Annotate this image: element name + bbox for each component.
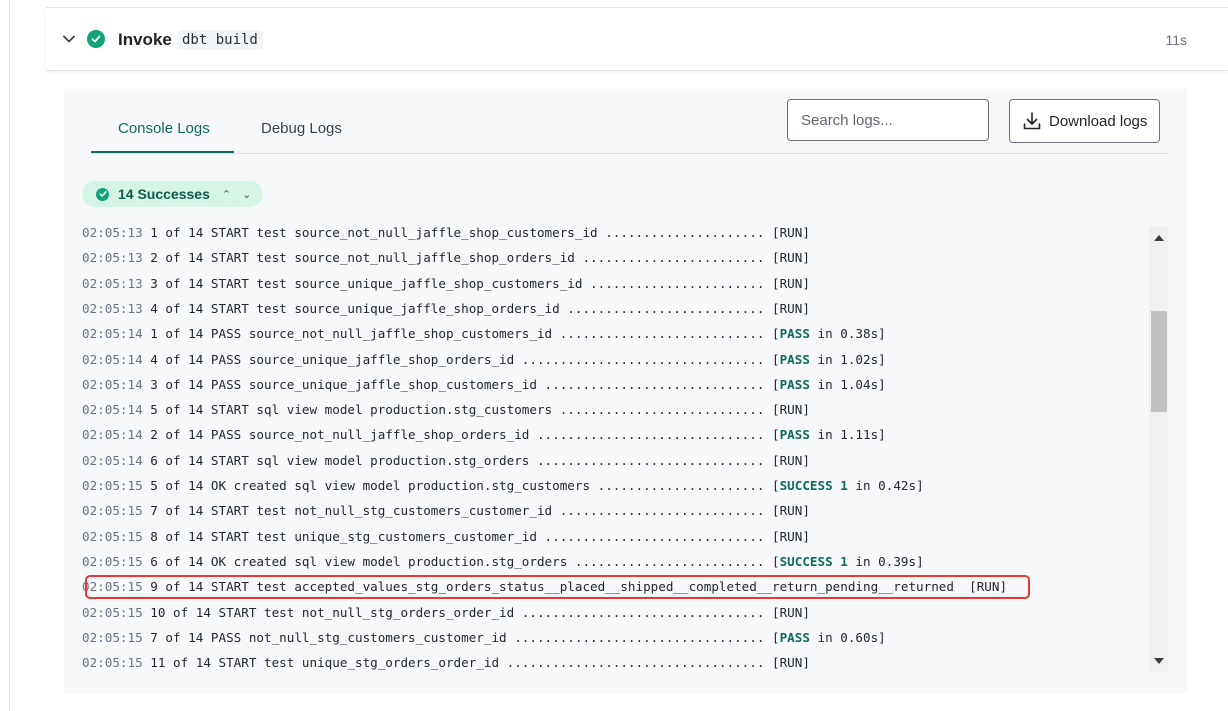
log-timestamp: 02:05:15 <box>82 503 143 519</box>
scroll-thumb[interactable] <box>1151 311 1167 412</box>
log-timestamp: 02:05:13 <box>82 300 143 316</box>
log-timestamp: 02:05:15 <box>82 553 143 569</box>
log-duration: in 0.39s] <box>847 553 924 569</box>
log-timestamp: 02:05:15 <box>82 629 143 645</box>
log-status: PASS <box>779 326 810 342</box>
log-duration: in 1.02s] <box>809 351 886 367</box>
log-line: 02:05:15 8 of 14 START test unique_stg_c… <box>82 524 810 549</box>
log-line: 02:05:15 5 of 14 OK created sql view mod… <box>82 473 924 498</box>
log-text: 6 of 14 OK created sql view model produc… <box>150 553 780 569</box>
step-header[interactable]: Invoke dbt build 11s <box>46 8 1228 71</box>
log-duration: in 1.11s] <box>809 427 886 443</box>
successes-count-label: 14 Successes <box>118 186 210 202</box>
log-text: 2 of 14 START test source_not_null_jaffl… <box>150 250 810 266</box>
log-timestamp: 02:05:13 <box>82 275 143 291</box>
log-line: 02:05:13 1 of 14 START test source_not_n… <box>82 220 810 245</box>
download-icon <box>1023 112 1041 130</box>
log-text: 10 of 14 START test not_null_stg_orders_… <box>150 604 810 620</box>
log-text: 1 of 14 START test source_not_null_jaffl… <box>150 225 810 240</box>
log-text: 8 of 14 START test unique_stg_customers_… <box>150 528 810 544</box>
chevron-up-icon[interactable]: ⌃ <box>222 188 231 201</box>
log-text: 11 of 14 START test unique_stg_orders_or… <box>150 655 810 671</box>
success-check-icon <box>87 30 105 48</box>
download-logs-label: Download logs <box>1049 112 1148 130</box>
step-title: Invoke <box>118 30 172 49</box>
success-check-icon <box>96 187 109 201</box>
logs-panel: Console Logs Debug Logs Download logs 14… <box>64 89 1187 693</box>
log-timestamp: 02:05:15 <box>82 655 143 671</box>
log-status: SUCCESS 1 <box>779 478 848 493</box>
log-text: 5 of 14 START sql view model production.… <box>150 402 810 418</box>
log-status: PASS <box>779 351 810 367</box>
log-status: PASS <box>779 629 810 645</box>
log-timestamp: 02:05:13 <box>82 225 143 240</box>
log-scrollbar[interactable] <box>1149 226 1168 672</box>
log-timestamp: 02:05:14 <box>82 376 143 392</box>
log-line: 02:05:14 6 of 14 START sql view model pr… <box>82 448 810 473</box>
scroll-up-arrow-icon[interactable] <box>1154 235 1164 241</box>
tab-console-logs[interactable]: Console Logs <box>118 120 210 137</box>
log-text: 2 of 14 PASS source_not_null_jaffle_shop… <box>150 427 780 443</box>
log-timestamp: 02:05:14 <box>82 351 143 367</box>
log-line: 02:05:14 4 of 14 PASS source_unique_jaff… <box>82 347 886 372</box>
log-line: 02:05:13 2 of 14 START test source_not_n… <box>82 245 810 270</box>
log-duration: in 0.42s] <box>847 478 924 493</box>
log-line: 02:05:13 4 of 14 START test source_uniqu… <box>82 296 810 321</box>
log-line: 02:05:15 11 of 14 START test unique_stg_… <box>82 650 810 675</box>
log-text: 7 of 14 START test not_null_stg_customer… <box>150 503 810 519</box>
log-duration: in 1.04s] <box>809 376 886 392</box>
log-text: 6 of 14 START sql view model production.… <box>150 452 810 468</box>
step-command: dbt build <box>177 30 263 50</box>
highlighted-log-line-outline <box>85 574 1030 599</box>
log-text: 4 of 14 PASS source_unique_jaffle_shop_o… <box>150 351 780 367</box>
successes-filter-pill[interactable]: 14 Successes ⌃ ⌄ <box>82 181 263 207</box>
tabs-divider <box>91 153 1168 154</box>
log-line: 02:05:14 3 of 14 PASS source_unique_jaff… <box>82 372 886 397</box>
log-line: 02:05:15 7 of 14 START test not_null_stg… <box>82 498 810 523</box>
page-left-rule <box>9 0 10 711</box>
download-logs-button[interactable]: Download logs <box>1009 99 1160 143</box>
log-line: 02:05:15 10 of 14 START test not_null_st… <box>82 600 810 625</box>
log-timestamp: 02:05:13 <box>82 250 143 266</box>
log-text: 3 of 14 START test source_unique_jaffle_… <box>150 275 810 291</box>
log-line: 02:05:15 7 of 14 PASS not_null_stg_custo… <box>82 625 886 650</box>
log-text: 3 of 14 PASS source_unique_jaffle_shop_c… <box>150 376 780 392</box>
log-duration: in 0.38s] <box>809 326 886 342</box>
chevron-down-icon[interactable]: ⌄ <box>242 188 251 201</box>
log-text: 7 of 14 PASS not_null_stg_customers_cust… <box>150 629 780 645</box>
search-logs-input[interactable] <box>787 99 989 141</box>
log-line: 02:05:14 2 of 14 PASS source_not_null_ja… <box>82 422 886 447</box>
log-status: PASS <box>779 427 810 443</box>
log-duration: in 0.60s] <box>809 629 886 645</box>
log-text: 4 of 14 START test source_unique_jaffle_… <box>150 300 810 316</box>
log-text: 1 of 14 PASS source_not_null_jaffle_shop… <box>150 326 780 342</box>
log-line: 02:05:14 5 of 14 START sql view model pr… <box>82 397 810 422</box>
log-status: PASS <box>779 376 810 392</box>
step-duration: 11s <box>1165 32 1187 48</box>
scroll-down-arrow-icon[interactable] <box>1154 658 1164 664</box>
log-status: SUCCESS 1 <box>779 553 848 569</box>
tab-debug-logs[interactable]: Debug Logs <box>261 120 342 137</box>
log-line: 02:05:15 6 of 14 OK created sql view mod… <box>82 549 924 574</box>
log-timestamp: 02:05:14 <box>82 452 143 468</box>
console-log-output[interactable]: 02:05:13 1 of 14 START test source_not_n… <box>82 220 1150 676</box>
log-timestamp: 02:05:15 <box>82 604 143 620</box>
log-timestamp: 02:05:15 <box>82 528 143 544</box>
log-line: 02:05:13 3 of 14 START test source_uniqu… <box>82 271 810 296</box>
log-timestamp: 02:05:15 <box>82 478 143 493</box>
chevron-down-icon[interactable] <box>62 32 76 46</box>
log-timestamp: 02:05:14 <box>82 427 143 443</box>
log-text: 5 of 14 OK created sql view model produc… <box>150 478 780 493</box>
log-line: 02:05:14 1 of 14 PASS source_not_null_ja… <box>82 321 886 346</box>
log-timestamp: 02:05:14 <box>82 402 143 418</box>
log-timestamp: 02:05:14 <box>82 326 143 342</box>
